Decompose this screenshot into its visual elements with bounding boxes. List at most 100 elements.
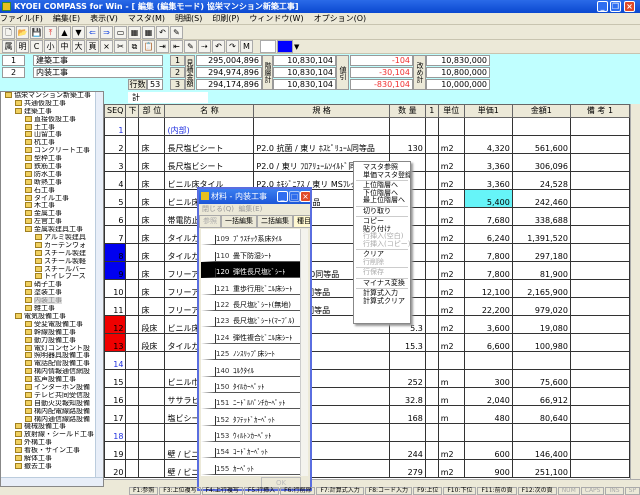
unit-price-cell[interactable]: 7,800 [463, 243, 513, 262]
unit-price-cell[interactable]: 2,040 [463, 387, 513, 406]
tree-node[interactable]: テレビ共同受信設 [1, 391, 103, 400]
new-icon[interactable]: 🗋 [2, 25, 15, 39]
seq-cell[interactable]: 4 [104, 171, 127, 190]
part-cell[interactable]: 床 [138, 171, 166, 190]
function-key-hint[interactable]: F10:下位 [443, 487, 477, 495]
unit-cell[interactable]: m2 [437, 333, 465, 352]
seq-cell[interactable]: 17 [104, 405, 127, 424]
tree-node[interactable]: 塗装工事 [1, 289, 103, 297]
seq-cell[interactable]: 20 [104, 459, 127, 478]
grid-icon[interactable]: ▦ [128, 25, 141, 39]
unit-cell[interactable]: m [437, 387, 465, 406]
material-item[interactable]: 155 ｶｰﾍﾟｯﾄ [201, 458, 308, 475]
tree-node[interactable]: 照明器具設備工事 [1, 352, 103, 360]
seq-cell[interactable]: 11 [104, 297, 127, 316]
column-header[interactable]: SEQ [104, 104, 127, 118]
amount-cell[interactable]: 75,600 [511, 369, 571, 388]
grid-vertical-scrollbar[interactable] [630, 104, 640, 479]
column-header[interactable]: 備 考 1 [569, 104, 630, 118]
unit-price-cell[interactable] [463, 117, 513, 136]
amount-cell[interactable]: 81,900 [511, 261, 571, 280]
seq-cell[interactable]: 5 [104, 189, 127, 208]
remarks-cell[interactable] [569, 423, 630, 442]
tree-node[interactable]: 杭工事 [1, 139, 103, 147]
tree-node[interactable]: 建築工事 [1, 107, 103, 116]
table-row[interactable]: 16 ササラビ 32.8 m 2,040 66,912 [104, 387, 630, 406]
amount-cell[interactable]: 561,600 [511, 135, 571, 154]
toolbar2-button[interactable]: ✂ [114, 40, 127, 53]
function-key-hint[interactable]: F7:計算式入力 [316, 487, 364, 495]
function-key-hint[interactable]: F11:前の頁 [477, 487, 517, 495]
material-item[interactable]: 110 畳下防湿ｼｰﾄ [201, 245, 308, 262]
remarks-cell[interactable] [569, 135, 630, 154]
quantity-cell[interactable]: 130 [388, 135, 426, 154]
popup-menu-close[interactable]: 閉じる(Q) [202, 205, 234, 213]
material-item[interactable]: 154 ｺｰﾄﾞｶｰﾍﾟｯﾄ [201, 442, 308, 459]
toolbar2-button[interactable]: 属 [2, 40, 15, 53]
pen-icon[interactable]: ✎ [170, 25, 183, 39]
unit-cell[interactable]: m2 [437, 441, 465, 460]
tree-node[interactable]: 拡声設備工事 [1, 376, 103, 384]
unit-cell[interactable]: m2 [437, 135, 465, 154]
context-menu-item[interactable]: 最上位階層へ [354, 196, 410, 205]
tree-node[interactable]: 解体工事 [1, 454, 103, 463]
tree-node[interactable]: 撤去工事 [1, 462, 103, 471]
column-header[interactable]: 単位 [437, 104, 465, 118]
amount-cell[interactable]: 19,080 [511, 315, 571, 334]
part-cell[interactable] [138, 351, 166, 370]
sub-cell[interactable] [125, 117, 140, 136]
quantity-cell[interactable]: 32.8 [388, 387, 426, 406]
seq-cell[interactable]: 2 [104, 135, 127, 154]
seq-cell[interactable]: 1 [104, 117, 127, 136]
sub-cell[interactable] [125, 243, 140, 262]
table-row[interactable]: 17塩ビシー下地共168m48080,640 [104, 405, 630, 424]
remarks-cell[interactable] [569, 207, 630, 226]
remarks-cell[interactable] [569, 153, 630, 172]
seq-cell[interactable]: 8 [104, 243, 127, 262]
flag-cell[interactable] [424, 297, 439, 316]
part-cell[interactable] [138, 405, 166, 424]
amount-cell[interactable]: 338,688 [511, 207, 571, 226]
toolbar2-button[interactable]: ⇤ [170, 40, 183, 53]
flag-cell[interactable] [424, 225, 439, 244]
material-item[interactable]: 125 ﾉﾝｽﾘｯﾌﾟ床ｼｰﾄ [201, 343, 308, 361]
toolbar2-button[interactable]: ⧉ [128, 40, 141, 53]
material-item[interactable]: 123 長尺塩ﾋﾞｼｰﾄ(ﾏｰﾌﾞﾙ) [201, 310, 308, 328]
flag-cell[interactable] [424, 261, 439, 280]
unit-cell[interactable]: m [437, 369, 465, 388]
menu-item[interactable]: 編集(E) [53, 14, 80, 23]
toolbar2-button[interactable]: M [240, 40, 253, 53]
amount-cell[interactable]: 306,096 [511, 153, 571, 172]
popup-tab[interactable]: 種目 [293, 215, 310, 228]
amount-cell[interactable]: 80,640 [511, 405, 571, 424]
tree-node[interactable]: スチール製軽 [1, 257, 103, 266]
column-header[interactable]: 部 位 [138, 104, 166, 118]
unit-cell[interactable]: m2 [437, 243, 465, 262]
tree-node[interactable]: 石工事 [1, 186, 103, 195]
toolbar2-button[interactable]: 📋 [142, 40, 155, 53]
undo-red-icon[interactable]: ↶ [156, 25, 169, 39]
unit-price-cell[interactable]: 4,320 [463, 135, 513, 154]
quantity-cell[interactable]: 168 [388, 405, 426, 424]
unit-cell[interactable]: m2 [437, 279, 465, 298]
sub-cell[interactable] [125, 171, 140, 190]
left-arrow-icon[interactable]: ⇐ [86, 25, 99, 39]
toolbar2-button[interactable]: × [100, 40, 113, 53]
remarks-cell[interactable] [569, 315, 630, 334]
tree-node[interactable]: 構内情報通信網設 [1, 368, 103, 376]
tree-horizontal-scrollbar[interactable] [1, 477, 103, 486]
material-item[interactable]: 153 ｳｨﾙﾄﾝｶｰﾍﾟｯﾄ [201, 425, 308, 443]
table-row[interactable]: 15 ビニル巾 252 m 300 75,600 [104, 369, 630, 388]
menu-item[interactable]: 表示(V) [90, 14, 118, 23]
material-item[interactable]: 140 ｺﾙｸﾀｲﾙ [201, 360, 308, 377]
part-cell[interactable]: 段床 [138, 315, 166, 334]
window-icon[interactable]: ▭ [114, 25, 127, 39]
popup-menu-edit[interactable]: 編集(E) [238, 205, 262, 213]
flag-cell[interactable] [424, 369, 439, 388]
flag-cell[interactable] [424, 153, 439, 172]
spec-cell[interactable] [253, 117, 390, 136]
remarks-cell[interactable] [569, 333, 630, 352]
amount-cell[interactable]: 297,180 [511, 243, 571, 262]
flag-cell[interactable] [424, 441, 439, 460]
sub-cell[interactable] [125, 405, 140, 424]
